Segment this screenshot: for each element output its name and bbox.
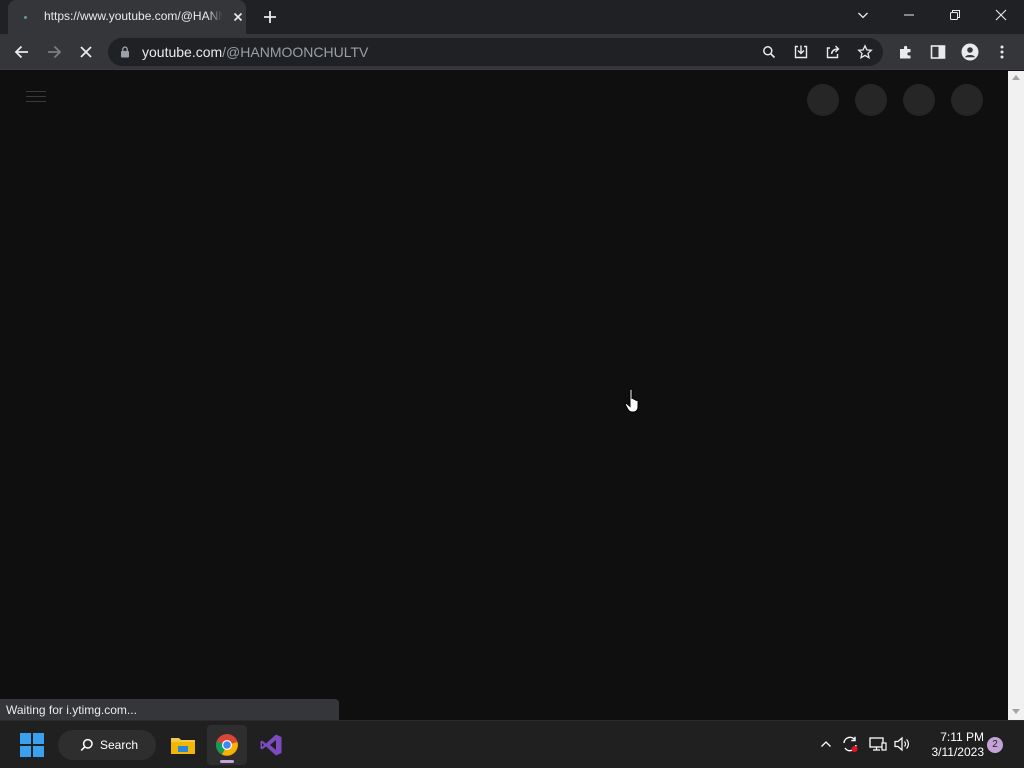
browser-tab-bar: https://www.youtube.com/@HANMOONCHULTV bbox=[0, 0, 1024, 34]
share-icon[interactable] bbox=[823, 42, 843, 62]
skeleton-placeholder-circle bbox=[951, 84, 983, 116]
minimize-icon[interactable] bbox=[886, 0, 932, 30]
clock-time: 7:11 PM bbox=[940, 730, 984, 744]
browser-tab[interactable]: https://www.youtube.com/@HANMOONCHULTV bbox=[8, 0, 246, 34]
install-app-icon[interactable] bbox=[791, 42, 811, 62]
tab-title: https://www.youtube.com/@HANMOONCHULTV bbox=[44, 9, 222, 25]
hand-pointer-cursor-icon bbox=[624, 388, 642, 414]
volume-icon[interactable] bbox=[893, 735, 911, 753]
search-magnifier-icon bbox=[80, 738, 94, 752]
stop-loading-icon[interactable] bbox=[74, 40, 98, 64]
taskbar-search-button[interactable]: Search bbox=[58, 730, 156, 760]
tab-close-icon[interactable] bbox=[230, 9, 246, 25]
windows-start-icon[interactable] bbox=[20, 733, 44, 757]
address-bar[interactable]: youtube.com/@HANMOONCHULTV bbox=[108, 38, 883, 66]
browser-toolbar: youtube.com/@HANMOONCHULTV bbox=[0, 34, 1024, 70]
skeleton-placeholder-circle bbox=[855, 84, 887, 116]
page-favicon bbox=[20, 12, 30, 22]
side-panel-icon[interactable] bbox=[926, 40, 950, 64]
desktop-screen: https://www.youtube.com/@HANMOONCHULTV bbox=[0, 0, 1024, 768]
profile-icon[interactable] bbox=[958, 40, 982, 64]
chrome-icon[interactable] bbox=[207, 725, 247, 765]
notification-count-badge[interactable]: 2 bbox=[987, 737, 1003, 753]
visual-studio-icon[interactable] bbox=[251, 725, 291, 765]
extensions-puzzle-icon[interactable] bbox=[894, 40, 918, 64]
scroll-up-arrow-icon[interactable] bbox=[1012, 75, 1020, 80]
zoom-search-icon[interactable] bbox=[759, 42, 779, 62]
tab-search-chevron-icon[interactable] bbox=[840, 0, 886, 30]
windows-taskbar: Search 7:11 PM 3/11/2023 2 bbox=[0, 720, 1024, 768]
address-url: youtube.com/@HANMOONCHULTV bbox=[142, 44, 368, 60]
file-explorer-icon[interactable] bbox=[163, 725, 203, 765]
loading-status-bubble: Waiting for i.ytimg.com... bbox=[0, 699, 339, 720]
sync-icon[interactable] bbox=[841, 735, 859, 753]
skeleton-placeholder-circle bbox=[903, 84, 935, 116]
bookmark-star-icon[interactable] bbox=[855, 42, 875, 62]
network-icon[interactable] bbox=[869, 735, 887, 753]
address-host: youtube.com bbox=[142, 44, 223, 60]
address-path: /@HANMOONCHULTV bbox=[222, 44, 369, 60]
page-scrollbar[interactable] bbox=[1008, 71, 1024, 720]
skeleton-placeholder-circle bbox=[807, 84, 839, 116]
new-tab-icon[interactable] bbox=[261, 8, 279, 26]
forward-arrow-icon[interactable] bbox=[42, 40, 66, 64]
clock-date: 3/11/2023 bbox=[931, 745, 985, 759]
show-hidden-icons-chevron-icon[interactable] bbox=[817, 735, 835, 753]
taskbar-clock[interactable]: 7:11 PM 3/11/2023 bbox=[918, 730, 985, 760]
lock-icon[interactable] bbox=[118, 45, 132, 59]
back-arrow-icon[interactable] bbox=[10, 40, 34, 64]
hamburger-menu-icon[interactable] bbox=[26, 91, 46, 105]
search-label: Search bbox=[100, 738, 139, 752]
active-app-indicator bbox=[220, 760, 234, 763]
youtube-page-loading bbox=[0, 71, 1008, 720]
scroll-down-arrow-icon[interactable] bbox=[1012, 709, 1020, 714]
restore-icon[interactable] bbox=[932, 0, 978, 30]
close-window-icon[interactable] bbox=[978, 0, 1024, 30]
menu-kebab-icon[interactable] bbox=[990, 40, 1014, 64]
